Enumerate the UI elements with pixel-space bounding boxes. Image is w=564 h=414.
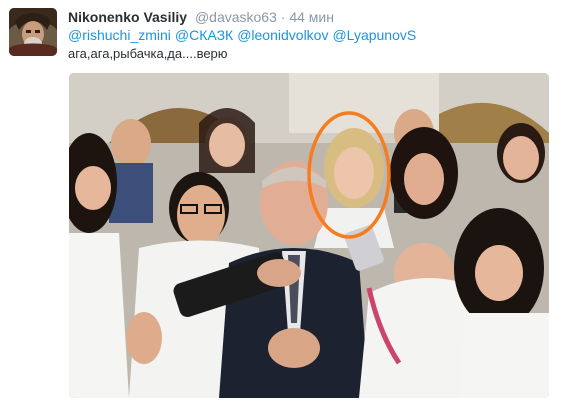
avatar-photo-icon (9, 8, 57, 56)
mention-link[interactable]: @СКАЗК (175, 27, 233, 43)
tweet-header: Nikonenko Vasiliy @davasko63 · 44 мин (68, 8, 334, 26)
timestamp-separator: · (280, 9, 286, 25)
tweet-photo[interactable] (69, 73, 549, 398)
mention-link[interactable]: @leonidvolkov (237, 27, 328, 43)
user-avatar[interactable] (9, 8, 57, 56)
group-selfie-photo-icon (69, 73, 549, 398)
author-name[interactable]: Nikonenko Vasiliy (68, 9, 187, 25)
mentions-line: @rishuchi_zmini @СКАЗК @leonidvolkov @Lyapu… (68, 26, 420, 44)
tweet-timestamp[interactable]: 44 мин (289, 9, 334, 25)
mention-link[interactable]: @LyapunovS (332, 27, 416, 43)
tweet-text: ага,ага,рыбачка,да....верю (68, 46, 228, 61)
mention-link[interactable]: @rishuchi_zmini (68, 27, 171, 43)
tweet[interactable]: Nikonenko Vasiliy @davasko63 · 44 мин @r… (0, 0, 564, 414)
author-handle[interactable]: @davasko63 (195, 9, 277, 25)
